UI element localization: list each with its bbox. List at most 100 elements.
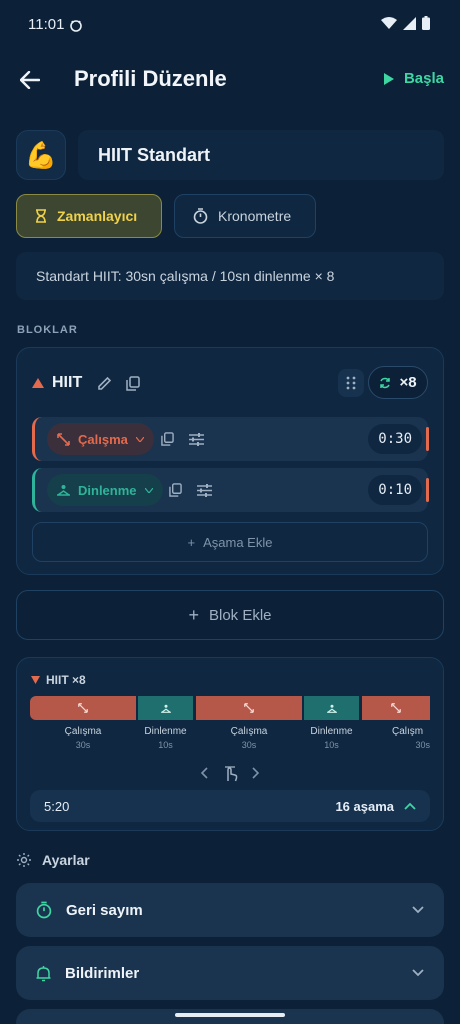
timeline-segment-work[interactable] bbox=[196, 696, 302, 720]
battery-icon bbox=[422, 16, 430, 30]
segment-duration: 10s bbox=[158, 740, 173, 750]
chevron-down-icon bbox=[135, 436, 144, 442]
add-phase-button[interactable]: + Aşama Ekle bbox=[32, 522, 428, 562]
timeline-segment-work[interactable] bbox=[30, 696, 136, 720]
phase-settings-button[interactable] bbox=[186, 429, 206, 449]
phase-label: Dinlenme bbox=[78, 482, 137, 498]
add-block-button[interactable]: + Blok Ekle bbox=[16, 590, 444, 640]
mode-timer-label: Zamanlayıcı bbox=[57, 208, 138, 224]
countdown-setting[interactable]: Geri sayım bbox=[16, 883, 444, 937]
bell-icon bbox=[36, 965, 51, 981]
timeline-summary[interactable]: 5:20 16 aşama bbox=[30, 790, 430, 822]
stopwatch-icon bbox=[36, 901, 52, 919]
stopwatch-icon bbox=[193, 208, 208, 224]
rest-icon bbox=[57, 485, 70, 496]
setting-label: Bildirimler bbox=[65, 964, 140, 982]
mode-timer-button[interactable]: Zamanlayıcı bbox=[16, 194, 162, 238]
phase-type-dropdown-rest[interactable]: Dinlenme bbox=[47, 474, 163, 506]
segment-duration: 10s bbox=[324, 740, 339, 750]
plus-icon: + bbox=[187, 534, 196, 550]
pencil-icon bbox=[97, 376, 111, 390]
setting-label: Geri sayım bbox=[66, 901, 143, 919]
phase-duration[interactable]: 0:10 bbox=[368, 475, 422, 505]
status-time: 11:01 bbox=[28, 16, 65, 33]
segment-label: Çalışma bbox=[64, 726, 102, 737]
start-label: Başla bbox=[403, 70, 444, 87]
copy-icon bbox=[160, 432, 174, 446]
back-button[interactable] bbox=[16, 66, 44, 94]
copy-block-button[interactable] bbox=[123, 373, 143, 393]
play-icon bbox=[383, 72, 394, 85]
mode-stopwatch-button[interactable]: Kronometre bbox=[174, 194, 316, 238]
segment-duration: 30s bbox=[415, 740, 430, 750]
phase-duration[interactable]: 0:30 bbox=[368, 424, 422, 454]
repeat-count-button[interactable]: ×8 bbox=[368, 366, 428, 399]
preview-title-text: HIIT ×8 bbox=[46, 673, 86, 687]
phase-row-work[interactable]: Çalışma 0:30 bbox=[32, 417, 429, 461]
expand-arrows-icon bbox=[78, 703, 88, 713]
settings-section-label: Ayarlar bbox=[16, 852, 90, 868]
segment-label: Dinlenme bbox=[310, 726, 353, 737]
chevron-left-icon[interactable] bbox=[200, 767, 208, 779]
phase-label: Çalışma bbox=[78, 431, 128, 447]
mode-stopwatch-label: Kronometre bbox=[218, 208, 292, 224]
add-phase-label: Aşama Ekle bbox=[203, 534, 273, 550]
rest-icon bbox=[326, 704, 337, 713]
expand-arrows-icon bbox=[391, 703, 401, 713]
chevron-right-icon[interactable] bbox=[252, 767, 260, 779]
timeline-segment-rest[interactable] bbox=[138, 696, 193, 720]
segment-label: Çalışm bbox=[392, 726, 424, 737]
plus-icon: + bbox=[188, 604, 199, 625]
phase-settings-button[interactable] bbox=[194, 480, 214, 500]
settings-label-text: Ayarlar bbox=[42, 852, 90, 868]
copy-phase-button[interactable] bbox=[157, 429, 177, 449]
expand-arrows-icon bbox=[244, 703, 254, 713]
phase-edge-marker bbox=[426, 478, 429, 502]
edit-block-button[interactable] bbox=[94, 373, 114, 393]
tune-icon bbox=[188, 432, 204, 446]
arrow-left-icon bbox=[20, 71, 40, 89]
segment-duration: 30s bbox=[241, 740, 257, 750]
phase-edge-marker bbox=[426, 427, 429, 451]
collapse-triangle-icon bbox=[31, 676, 40, 684]
chevron-down-icon bbox=[144, 487, 153, 493]
timeline-segment-work[interactable] bbox=[362, 696, 430, 720]
tune-icon bbox=[196, 483, 212, 497]
rest-icon bbox=[160, 704, 171, 713]
segment-duration: 30s bbox=[75, 740, 91, 750]
signal-icon bbox=[403, 16, 416, 30]
chevron-up-icon bbox=[404, 802, 416, 810]
copy-icon bbox=[168, 483, 182, 497]
copy-phase-button[interactable] bbox=[165, 480, 185, 500]
expand-arrows-icon bbox=[57, 432, 70, 446]
timeline-segment-rest[interactable] bbox=[304, 696, 359, 720]
drag-handle-icon[interactable] bbox=[338, 369, 364, 397]
chevron-down-icon bbox=[412, 906, 424, 914]
page-title: Profili Düzenle bbox=[74, 66, 227, 91]
preview-title: HIIT ×8 bbox=[31, 673, 86, 687]
hourglass-icon bbox=[36, 209, 46, 223]
profile-name-field[interactable]: HIIT Standart bbox=[78, 130, 444, 180]
block-name: HIIT bbox=[52, 374, 83, 391]
copy-icon bbox=[126, 375, 140, 391]
emoji-picker[interactable]: 💪 bbox=[16, 130, 66, 180]
add-block-label: Blok Ekle bbox=[208, 606, 272, 624]
cat-status-icon bbox=[68, 17, 84, 33]
repeat-count: ×8 bbox=[399, 374, 417, 391]
swipe-hand-icon bbox=[225, 766, 238, 782]
home-indicator[interactable] bbox=[175, 1013, 285, 1017]
timeline-nav bbox=[200, 764, 260, 782]
segment-label: Çalışma bbox=[230, 726, 268, 737]
status-icons bbox=[381, 16, 430, 30]
description-field[interactable]: Standart HIIT: 30sn çalışma / 10sn dinle… bbox=[16, 252, 444, 300]
chevron-down-icon bbox=[412, 969, 424, 977]
phase-row-rest[interactable]: Dinlenme 0:10 bbox=[32, 468, 429, 512]
collapse-triangle-icon[interactable] bbox=[32, 378, 44, 388]
gear-icon bbox=[17, 853, 31, 867]
segment-label: Dinlenme bbox=[144, 726, 187, 737]
total-time: 5:20 bbox=[44, 798, 70, 814]
phase-type-dropdown-work[interactable]: Çalışma bbox=[47, 423, 154, 455]
phase-count: 16 aşama bbox=[335, 798, 394, 814]
notifications-setting[interactable]: Bildirimler bbox=[16, 946, 444, 1000]
start-button[interactable]: Başla bbox=[383, 70, 444, 87]
